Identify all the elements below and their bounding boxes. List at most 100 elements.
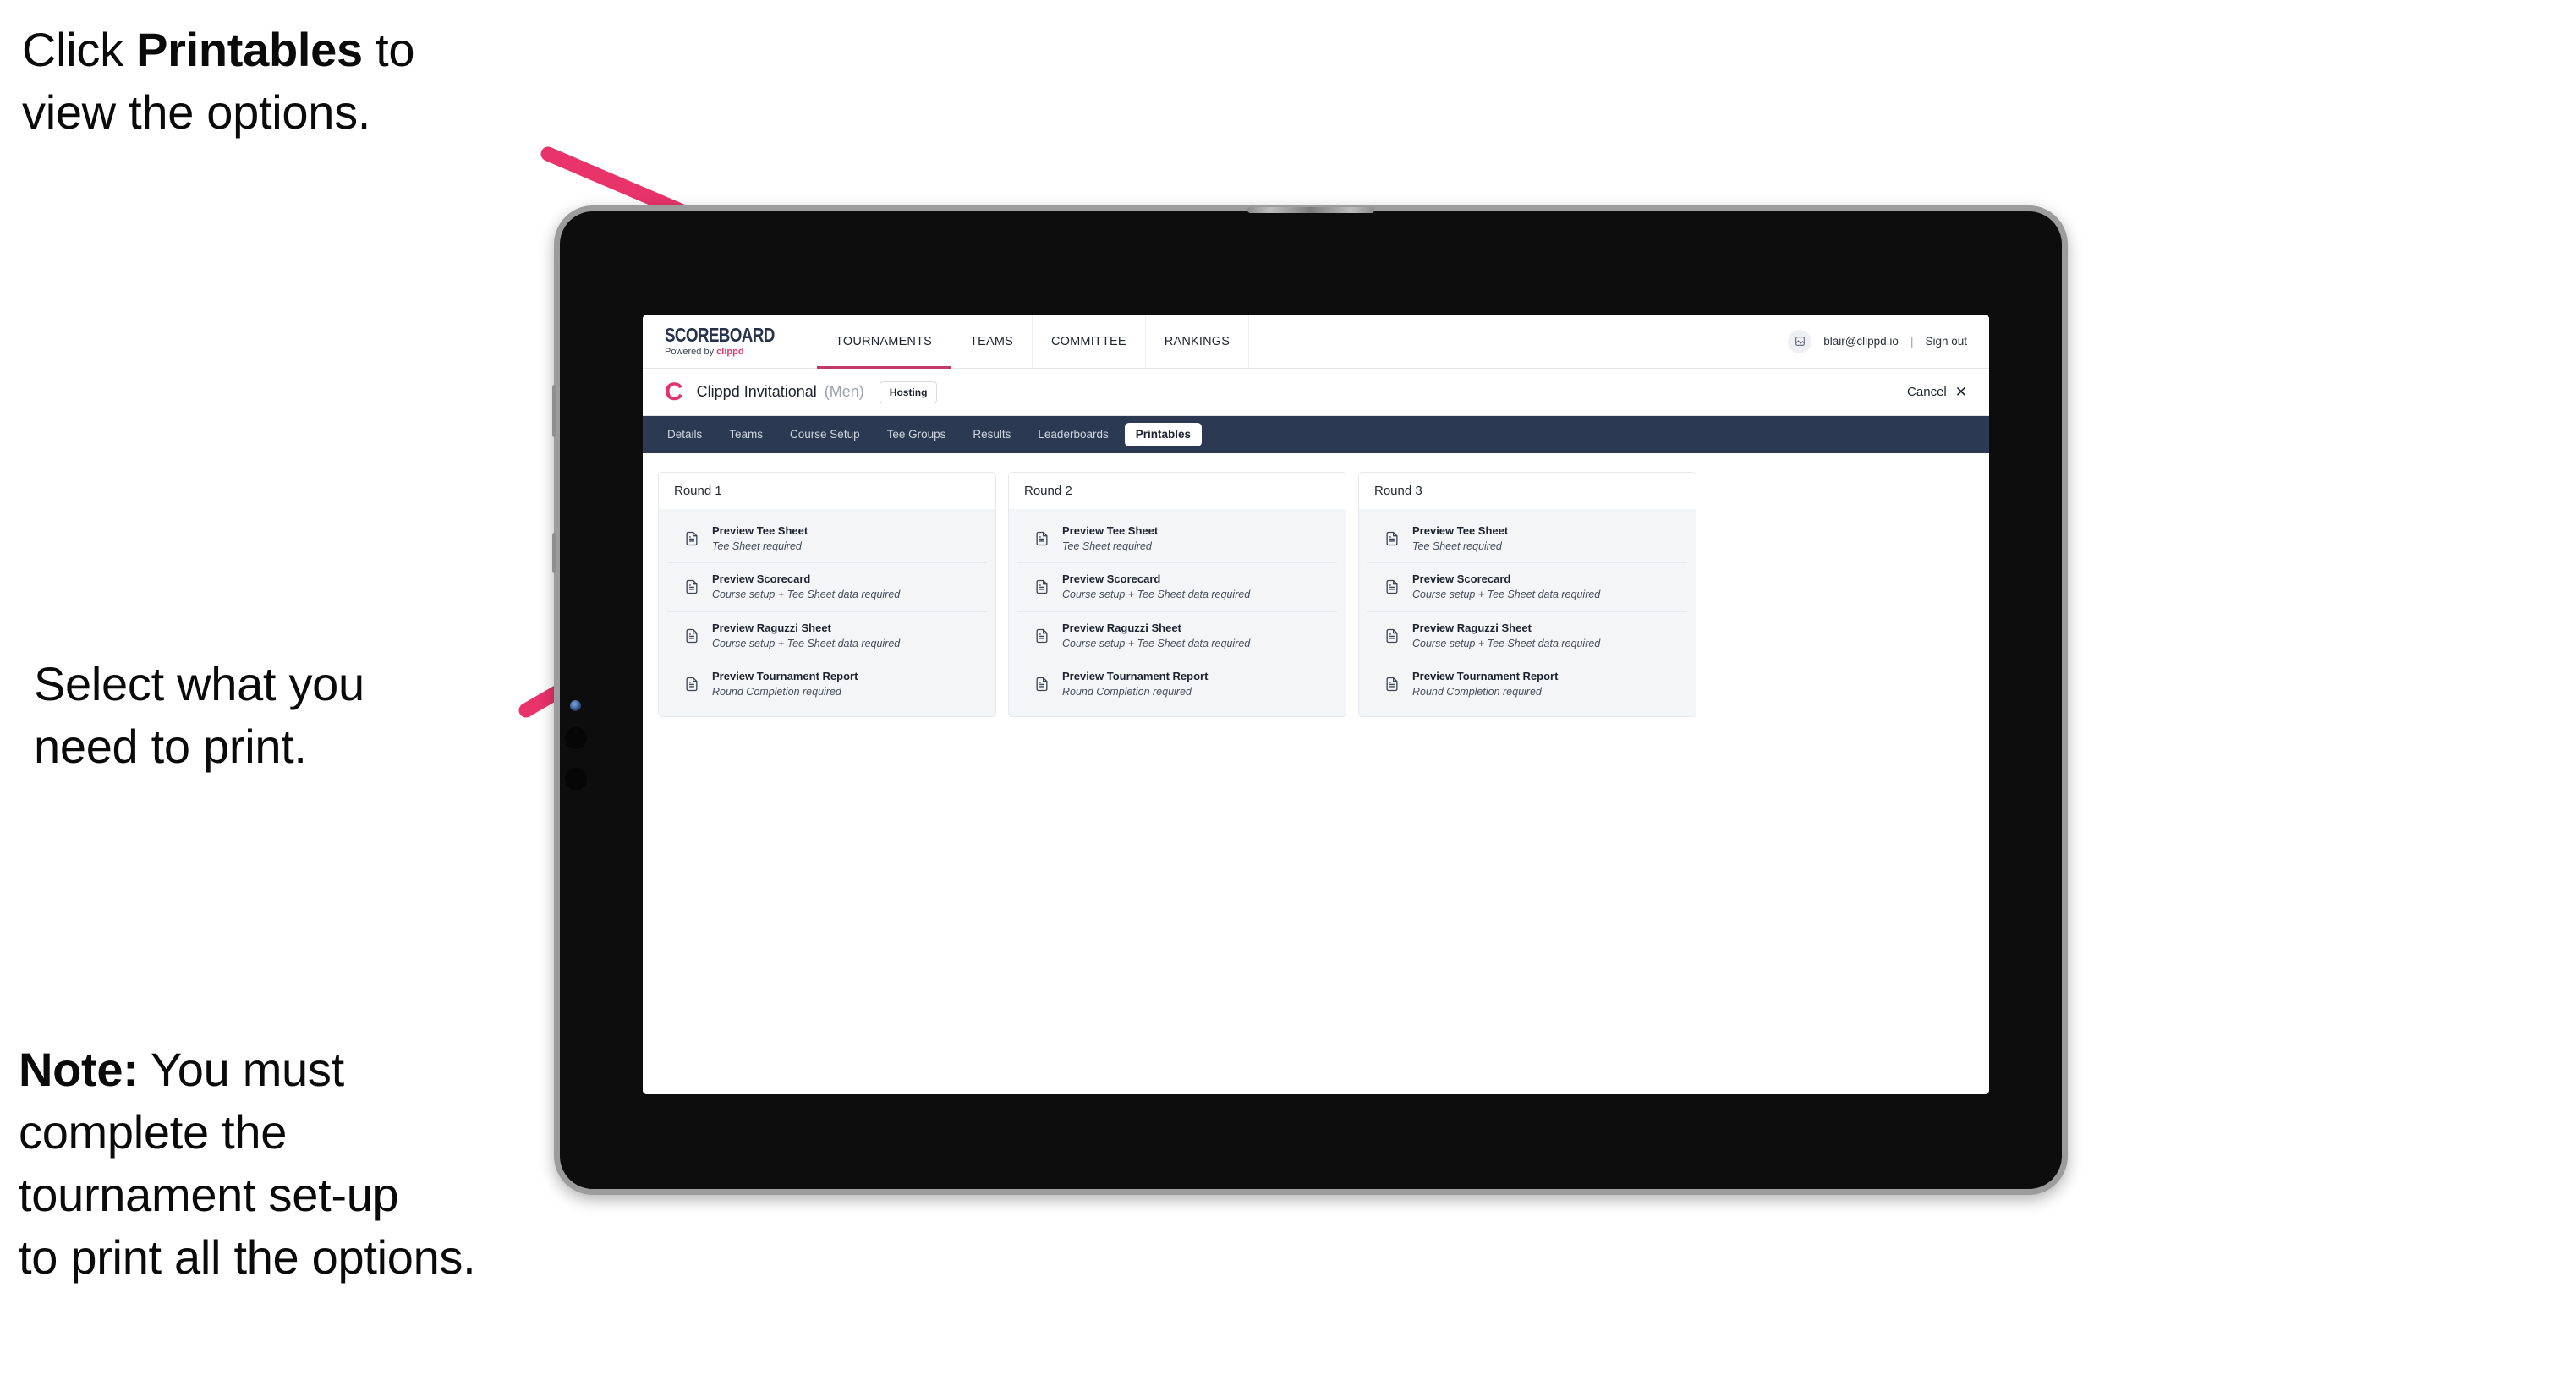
tab-tee-groups-label: Tee Groups <box>886 428 946 441</box>
print-item-title: Preview Scorecard <box>1412 572 1511 586</box>
round-column-1: Round 1 Preview Tee Sheet Tee Sheet requ… <box>658 472 996 718</box>
print-item-title: Preview Tee Sheet <box>1062 524 1159 537</box>
tablet-edge-notch-bottom <box>552 533 556 573</box>
tablet-led-indicator <box>570 700 581 711</box>
print-item-tee-sheet[interactable]: Preview Tee Sheet Tee Sheet required <box>1017 515 1337 564</box>
round-2-items: Preview Tee Sheet Tee Sheet required Pre… <box>1009 509 1346 717</box>
tab-leaderboards-label: Leaderboards <box>1038 428 1109 441</box>
tablet-volume-down-button[interactable] <box>565 768 587 790</box>
document-icon <box>1033 578 1051 596</box>
tab-printables-label: Printables <box>1135 428 1192 441</box>
user-avatar-icon[interactable] <box>1788 329 1812 353</box>
round-1-title: Round 1 <box>659 473 995 509</box>
tab-results-label: Results <box>973 428 1011 441</box>
print-item-text: Preview Tournament Report Round Completi… <box>1062 669 1209 698</box>
print-item-title: Preview Raguzzi Sheet <box>1062 621 1181 634</box>
tournament-title-bar: C Clippd Invitational (Men) Hosting Canc… <box>643 369 1989 416</box>
document-icon <box>682 627 701 645</box>
nav-tab-committee-label: COMMITTEE <box>1051 334 1126 348</box>
nav-tab-tournaments[interactable]: TOURNAMENTS <box>817 315 952 369</box>
nav-tab-rankings[interactable]: RANKINGS <box>1146 315 1250 368</box>
print-item-raguzzi-sheet[interactable]: Preview Raguzzi Sheet Course setup + Tee… <box>667 611 987 660</box>
print-item-text: Preview Tournament Report Round Completi… <box>1412 669 1559 698</box>
print-item-tournament-report[interactable]: Preview Tournament Report Round Completi… <box>1367 660 1687 709</box>
tournament-gender: (Men) <box>824 383 864 400</box>
hosting-badge: Hosting <box>879 381 938 403</box>
annotation-click-printables: Click Printables to view the options. <box>22 19 614 144</box>
screenshot-root: Click Printables to view the options. Se… <box>0 0 2576 1386</box>
sign-out-link[interactable]: Sign out <box>1925 335 1967 348</box>
print-item-title: Preview Scorecard <box>1062 572 1161 586</box>
tab-details[interactable]: Details <box>656 423 713 446</box>
document-icon <box>1033 675 1051 693</box>
document-icon <box>682 675 701 693</box>
annotation-note-bold: Note: <box>19 1043 139 1096</box>
tab-printables[interactable]: Printables <box>1124 423 1203 446</box>
document-icon <box>1383 529 1401 548</box>
tab-teams[interactable]: Teams <box>718 423 774 446</box>
print-item-requirement: Round Completion required <box>1412 685 1542 698</box>
print-item-requirement: Course setup + Tee Sheet data required <box>712 589 901 601</box>
print-item-tournament-report[interactable]: Preview Tournament Report Round Completi… <box>1017 660 1337 709</box>
document-icon <box>682 529 701 548</box>
annotation-click-pre: Click <box>22 23 137 76</box>
print-item-requirement: Round Completion required <box>712 685 841 698</box>
nav-tab-teams[interactable]: TEAMS <box>951 315 1033 368</box>
print-item-tee-sheet[interactable]: Preview Tee Sheet Tee Sheet required <box>1367 515 1687 564</box>
print-item-requirement: Course setup + Tee Sheet data required <box>1412 589 1601 601</box>
print-item-title: Preview Raguzzi Sheet <box>1412 621 1532 634</box>
print-item-text: Preview Scorecard Course setup + Tee She… <box>1412 572 1601 601</box>
print-item-title: Preview Tee Sheet <box>1412 524 1509 537</box>
cancel-button[interactable]: Cancel ✕ <box>1907 385 1967 399</box>
clippd-logo-mark: C <box>665 377 683 406</box>
print-item-tournament-report[interactable]: Preview Tournament Report Round Completi… <box>667 660 987 709</box>
section-tab-bar: Details Teams Course Setup Tee Groups Re… <box>643 416 1989 453</box>
print-item-requirement: Course setup + Tee Sheet data required <box>712 637 901 649</box>
nav-tab-committee[interactable]: COMMITTEE <box>1033 315 1146 368</box>
tablet-device-frame: SCOREBOARD Powered by clippd TOURNAMENTS… <box>552 205 2068 1195</box>
print-item-requirement: Tee Sheet required <box>712 540 802 552</box>
round-1-items: Preview Tee Sheet Tee Sheet required Pre… <box>659 509 995 717</box>
nav-tab-rankings-label: RANKINGS <box>1164 334 1230 348</box>
brand-subtitle: Powered by clippd <box>665 348 798 357</box>
tab-leaderboards[interactable]: Leaderboards <box>1027 423 1119 446</box>
print-item-title: Preview Tournament Report <box>1412 669 1559 682</box>
scoreboard-logo[interactable]: SCOREBOARD Powered by clippd <box>643 315 817 368</box>
print-item-requirement: Course setup + Tee Sheet data required <box>1062 589 1251 601</box>
printables-content: Round 1 Preview Tee Sheet Tee Sheet requ… <box>643 453 1989 1094</box>
print-item-text: Preview Raguzzi Sheet Course setup + Tee… <box>1062 622 1250 649</box>
print-item-title: Preview Raguzzi Sheet <box>712 621 831 634</box>
print-item-title: Preview Tournament Report <box>1062 669 1209 682</box>
tab-results[interactable]: Results <box>962 423 1022 446</box>
tablet-volume-up-button[interactable] <box>565 727 587 749</box>
print-item-text: Preview Tee Sheet Tee Sheet required <box>1412 524 1509 552</box>
print-item-requirement: Course setup + Tee Sheet data required <box>1412 637 1601 649</box>
print-item-tee-sheet[interactable]: Preview Tee Sheet Tee Sheet required <box>667 515 987 564</box>
cancel-button-label: Cancel <box>1907 385 1947 399</box>
tab-tee-groups[interactable]: Tee Groups <box>876 423 957 446</box>
close-icon: ✕ <box>1954 384 1967 400</box>
print-item-text: Preview Scorecard Course setup + Tee She… <box>712 572 901 601</box>
print-item-scorecard[interactable]: Preview Scorecard Course setup + Tee She… <box>1367 563 1687 612</box>
user-account-area: blair@clippd.io | Sign out <box>1788 315 1989 368</box>
print-item-requirement: Tee Sheet required <box>1412 540 1502 552</box>
tournament-name: Clippd Invitational <box>696 383 817 400</box>
print-item-text: Preview Tee Sheet Tee Sheet required <box>712 524 808 552</box>
document-icon <box>1383 578 1401 596</box>
print-item-raguzzi-sheet[interactable]: Preview Raguzzi Sheet Course setup + Tee… <box>1017 611 1337 660</box>
round-2-title: Round 2 <box>1009 473 1346 509</box>
print-item-scorecard[interactable]: Preview Scorecard Course setup + Tee She… <box>1017 563 1337 612</box>
user-email: blair@clippd.io <box>1823 335 1899 348</box>
tablet-speaker-grille <box>1247 207 1374 213</box>
tab-course-setup[interactable]: Course Setup <box>779 423 871 446</box>
print-item-scorecard[interactable]: Preview Scorecard Course setup + Tee She… <box>667 563 987 612</box>
print-item-title: Preview Tournament Report <box>712 669 858 682</box>
tab-teams-label: Teams <box>729 428 764 441</box>
clippd-wordmark: clippd <box>716 347 744 357</box>
print-item-raguzzi-sheet[interactable]: Preview Raguzzi Sheet Course setup + Tee… <box>1367 611 1687 660</box>
top-navigation-bar: SCOREBOARD Powered by clippd TOURNAMENTS… <box>643 315 1989 369</box>
document-icon <box>1383 675 1401 693</box>
powered-by-text: Powered by <box>665 347 717 357</box>
print-item-requirement: Course setup + Tee Sheet data required <box>1062 637 1251 649</box>
nav-tab-teams-label: TEAMS <box>970 334 1013 348</box>
